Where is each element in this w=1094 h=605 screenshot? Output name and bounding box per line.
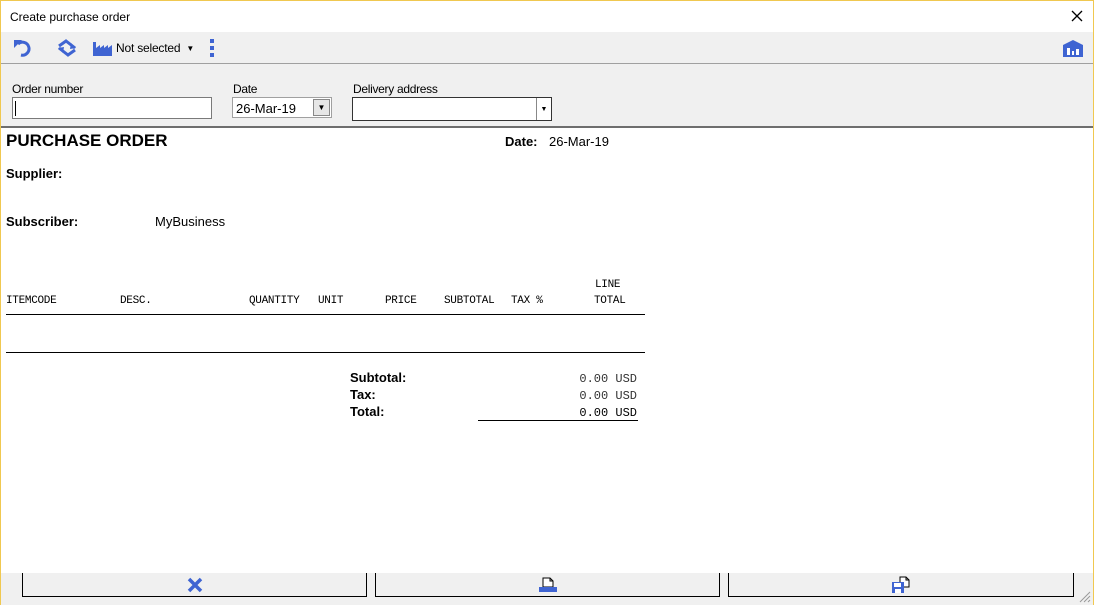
chevron-down-icon: ▼ [317,103,326,112]
save-button[interactable] [728,573,1074,597]
undo-icon [14,40,31,57]
column-header-subtotal: SUBTOTAL [444,295,495,307]
close-icon [1071,10,1083,22]
supplier-selector[interactable]: Not selected ▼ [93,38,194,58]
chevron-down-icon: ▼ [186,43,195,53]
supplier-label: Supplier: [6,166,63,181]
cancel-button[interactable] [22,573,367,597]
tax-label: Tax: [350,387,376,402]
subtotal-label: Subtotal: [350,370,407,385]
delivery-address-label: Delivery address [353,82,438,96]
order-form: Order number Date 26-Mar-19 ▼ Delivery a… [1,65,1093,126]
purchase-order-preview: PURCHASE ORDER Date: 26-Mar-19 Supplier:… [1,126,1093,573]
table-bottom-divider [6,352,645,353]
window-title: Create purchase order [10,10,131,24]
total-label: Total: [350,404,385,419]
cancel-x-icon [187,577,202,592]
column-header-desc: DESC. [120,295,152,307]
column-header-tax: TAX % [511,295,543,307]
sync-button[interactable] [57,38,77,58]
total-value: 0.00 USD [579,406,637,420]
document-date-value: 26-Mar-19 [549,134,609,149]
document-date-label: Date: [505,134,538,149]
purchase-order-window: Create purchase order Not selected ▼ Ord… [0,0,1094,605]
factory-icon [93,42,112,56]
delivery-address-select[interactable]: ▼ [352,97,552,121]
supplier-selector-label: Not selected [116,41,181,55]
delivery-address-dropdown-button[interactable]: ▼ [536,98,551,120]
more-options-button[interactable] [209,38,215,58]
column-header-line: LINE [595,279,621,291]
column-header-itemcode: ITEMCODE [6,295,57,307]
document-title: PURCHASE ORDER [6,131,168,150]
warehouse-icon [1063,39,1083,57]
total-underline [478,420,638,421]
warehouse-button[interactable] [1063,38,1083,58]
column-header-total: TOTAL [594,295,626,307]
title-bar: Create purchase order [1,1,1093,32]
resize-grip-icon[interactable] [1079,591,1091,603]
save-icon [892,576,910,593]
column-header-unit: UNIT [318,295,344,307]
text-cursor [15,101,16,116]
table-header-divider [6,314,645,315]
order-number-input[interactable] [12,97,212,119]
tax-value: 0.00 USD [579,389,637,403]
sync-icon [58,39,76,57]
order-number-label: Order number [12,82,84,96]
undo-button[interactable] [13,38,33,58]
print-icon [538,577,557,592]
date-value: 26-Mar-19 [236,101,296,116]
toolbar: Not selected ▼ [1,32,1093,64]
close-button[interactable] [1067,6,1087,26]
subtotal-value: 0.00 USD [579,372,637,386]
date-dropdown-button[interactable]: ▼ [313,99,330,116]
subscriber-value: MyBusiness [155,214,226,229]
more-vertical-icon [210,39,214,57]
column-header-price: PRICE [385,295,417,307]
subscriber-label: Subscriber: [6,214,79,229]
chevron-down-icon: ▼ [540,105,548,113]
bottom-action-bar [1,573,1093,605]
print-button[interactable] [375,573,720,597]
date-picker[interactable]: 26-Mar-19 ▼ [232,97,332,118]
column-header-quantity: QUANTITY [249,295,300,307]
date-label: Date [233,82,258,96]
